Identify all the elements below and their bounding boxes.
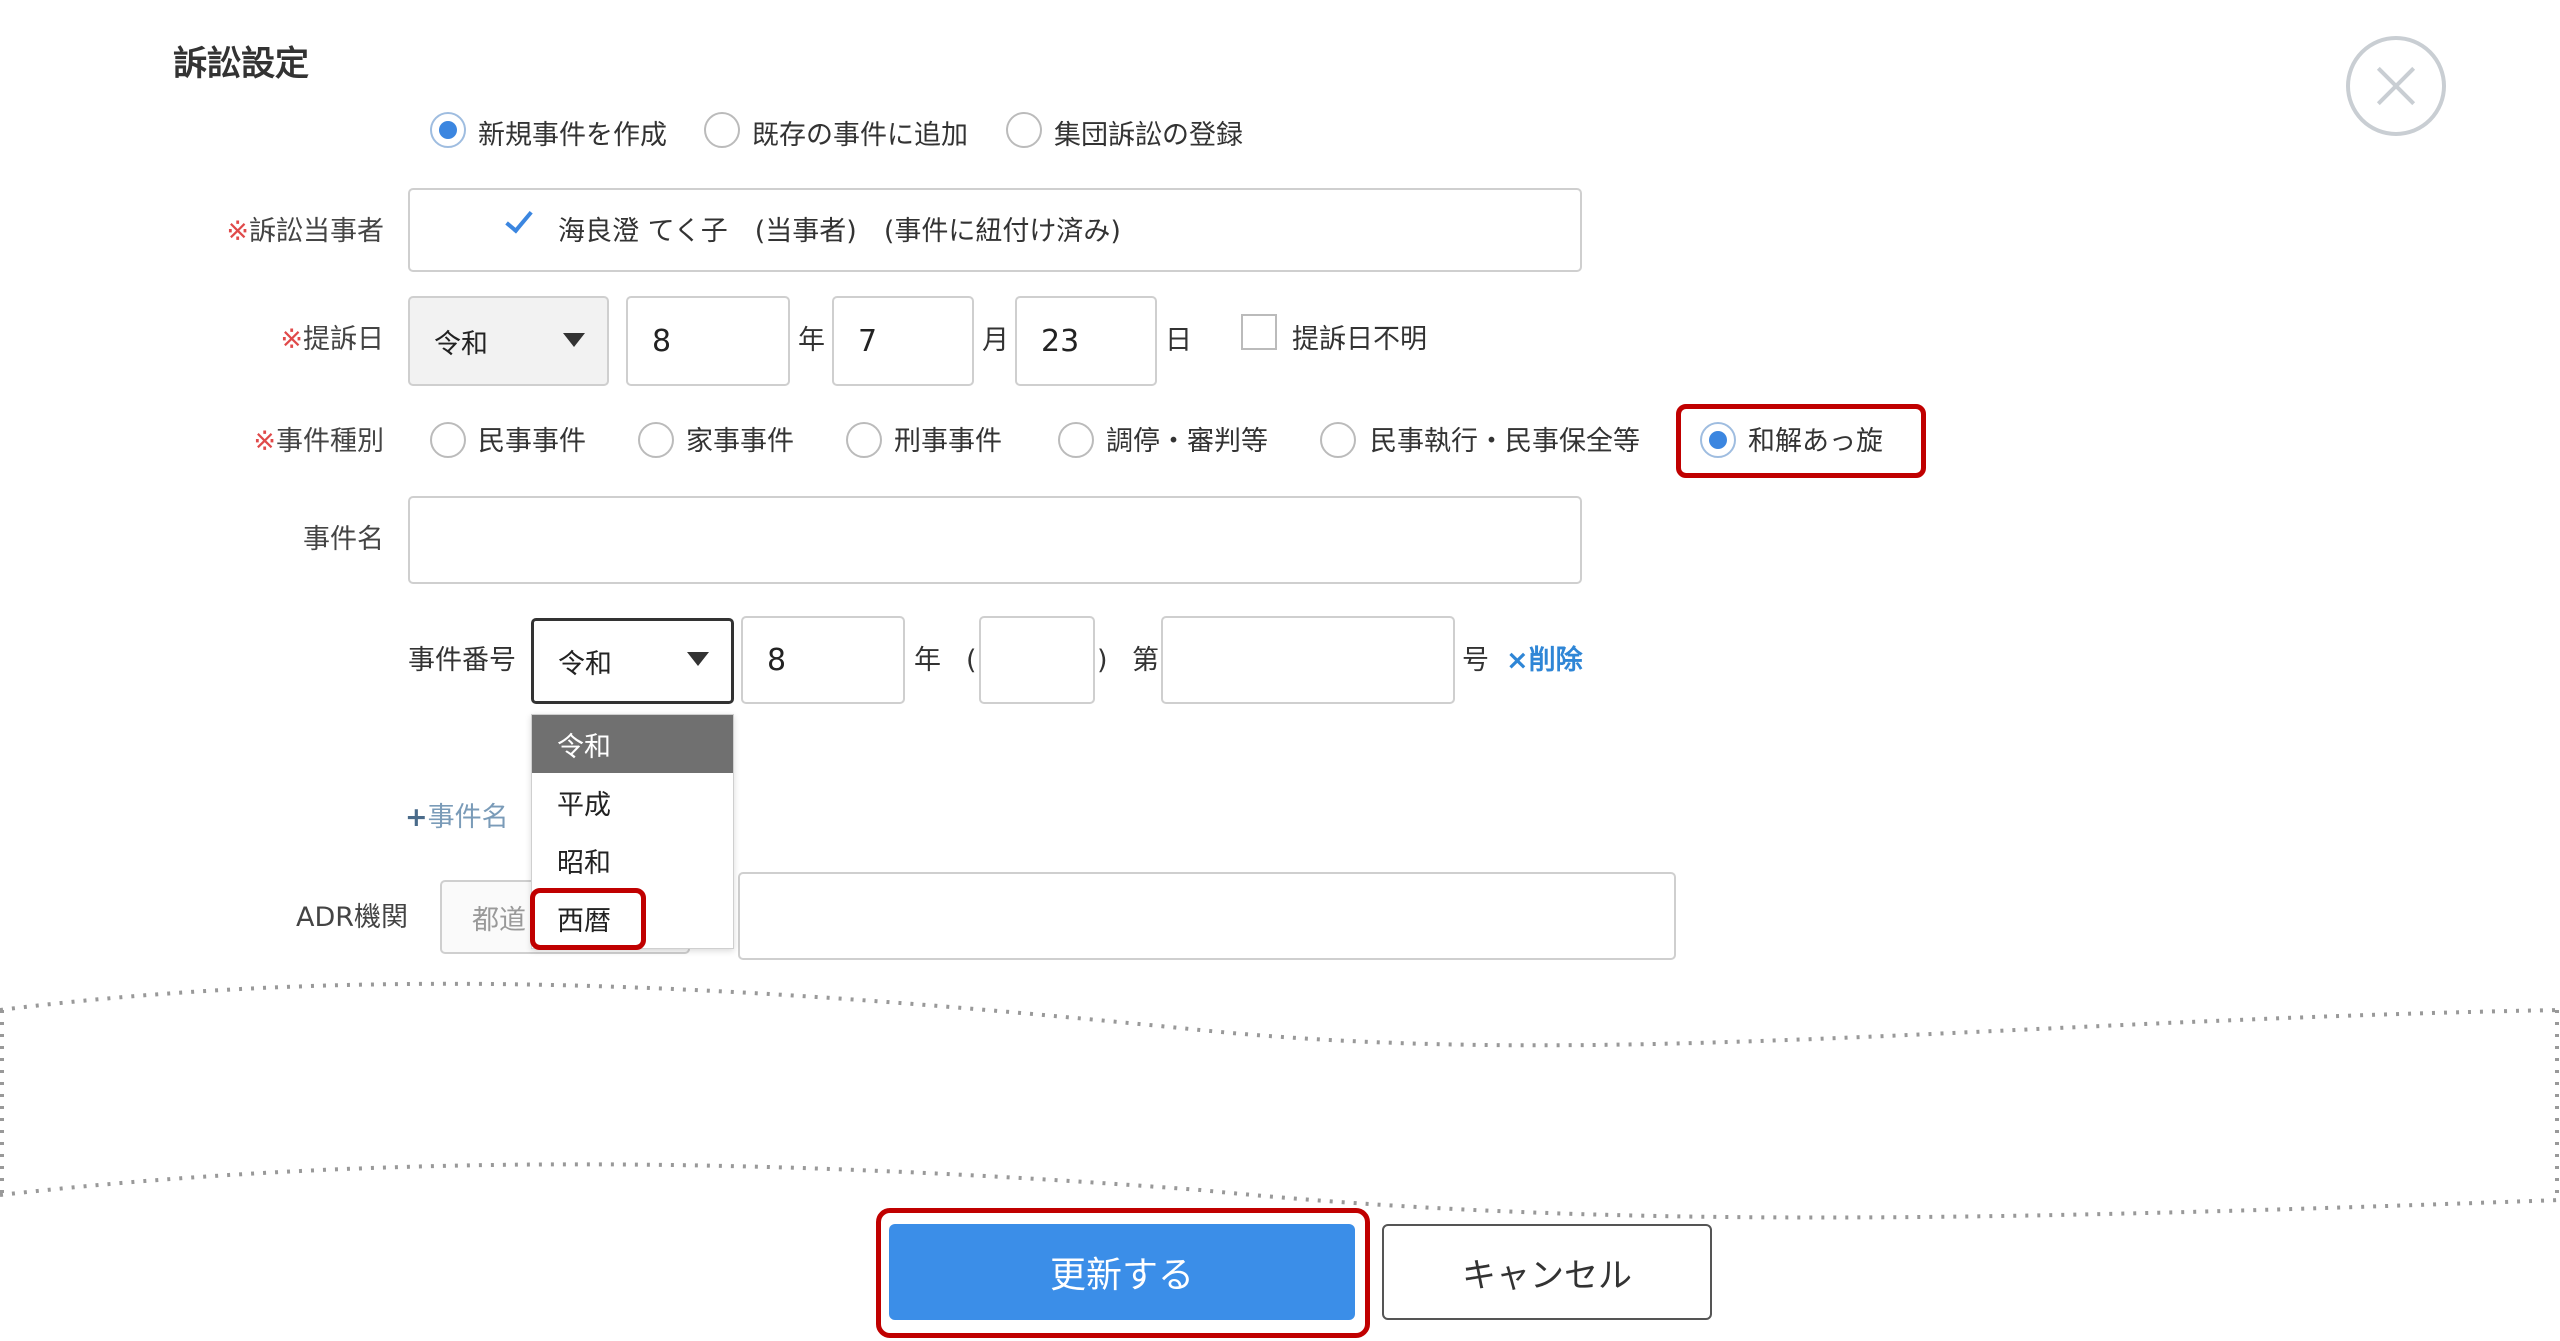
case-number-code-input[interactable]: [979, 616, 1095, 704]
case-name-input[interactable]: [408, 496, 1582, 584]
radio-class-action[interactable]: [1006, 112, 1042, 148]
month-unit: 月: [982, 325, 1009, 356]
filing-month-input[interactable]: 7: [832, 296, 974, 386]
radio-settlement-label: 和解あっ旋: [1748, 426, 1883, 457]
delete-case-number-link[interactable]: ×削除: [1506, 643, 1583, 679]
adr-input[interactable]: [738, 872, 1676, 960]
dropdown-option-showa[interactable]: 昭和: [532, 831, 733, 889]
required-mark: ※: [226, 216, 249, 247]
radio-execution[interactable]: [1320, 422, 1356, 458]
case-number-input[interactable]: [1161, 616, 1455, 704]
radio-civil[interactable]: [430, 422, 466, 458]
add-case-name-link[interactable]: +事件名: [405, 800, 509, 836]
radio-family-label: 家事事件: [686, 426, 794, 457]
case-type-label: ※事件種別: [253, 426, 384, 457]
radio-mediation-label: 調停・審判等: [1106, 426, 1268, 457]
paren-close: ): [1097, 645, 1108, 676]
case-number-suffix: 号: [1462, 645, 1489, 676]
radio-settlement[interactable]: [1700, 422, 1736, 458]
radio-civil-label: 民事事件: [478, 426, 586, 457]
chevron-down-icon: [687, 652, 709, 666]
case-number-year-unit: 年: [914, 645, 941, 676]
radio-existing-case-label: 既存の事件に追加: [752, 120, 968, 151]
filing-date-unknown-label: 提訴日不明: [1292, 324, 1427, 355]
paren-open: (: [966, 645, 977, 676]
radio-execution-label: 民事執行・民事保全等: [1370, 426, 1640, 457]
case-number-year-input[interactable]: 8: [741, 616, 905, 704]
close-icon[interactable]: [2346, 36, 2446, 136]
case-number-prefix: 第: [1132, 645, 1159, 676]
omission-divider: [0, 981, 2560, 1220]
radio-criminal[interactable]: [846, 422, 882, 458]
cancel-button[interactable]: キャンセル: [1382, 1224, 1712, 1320]
close-icon: ×: [1506, 645, 1529, 676]
party-item-text: 海良澄 てく子 (当事者) (事件に紐付け済み): [558, 216, 1121, 247]
filing-day-input[interactable]: 23: [1015, 296, 1157, 386]
dialog-title: 訴訟設定: [173, 44, 309, 84]
parties-label: ※訴訟当事者: [226, 216, 384, 247]
checkmark-icon: [505, 204, 533, 234]
filing-date-unknown-checkbox[interactable]: [1241, 314, 1277, 350]
radio-criminal-label: 刑事事件: [894, 426, 1002, 457]
radio-new-case[interactable]: [430, 112, 466, 148]
plus-icon: +: [405, 802, 428, 833]
radio-existing-case[interactable]: [704, 112, 740, 148]
chevron-down-icon: [563, 333, 585, 347]
filing-date-label: ※提訴日: [280, 324, 384, 355]
adr-label: ADR機関: [295, 902, 408, 933]
party-checkbox[interactable]: [500, 204, 538, 246]
radio-class-action-label: 集団訴訟の登録: [1054, 120, 1243, 151]
radio-mediation[interactable]: [1058, 422, 1094, 458]
day-unit: 日: [1165, 325, 1192, 356]
highlight-annotation: [530, 888, 646, 950]
year-unit: 年: [798, 325, 825, 356]
case-name-label: 事件名: [303, 524, 384, 555]
update-button[interactable]: 更新する: [889, 1224, 1355, 1320]
radio-new-case-label: 新規事件を作成: [478, 120, 667, 151]
dropdown-option-heisei[interactable]: 平成: [532, 773, 733, 831]
dropdown-option-reiwa[interactable]: 令和: [532, 715, 733, 773]
radio-family[interactable]: [638, 422, 674, 458]
case-number-label: 事件番号: [408, 645, 516, 676]
filing-year-input[interactable]: 8: [626, 296, 790, 386]
